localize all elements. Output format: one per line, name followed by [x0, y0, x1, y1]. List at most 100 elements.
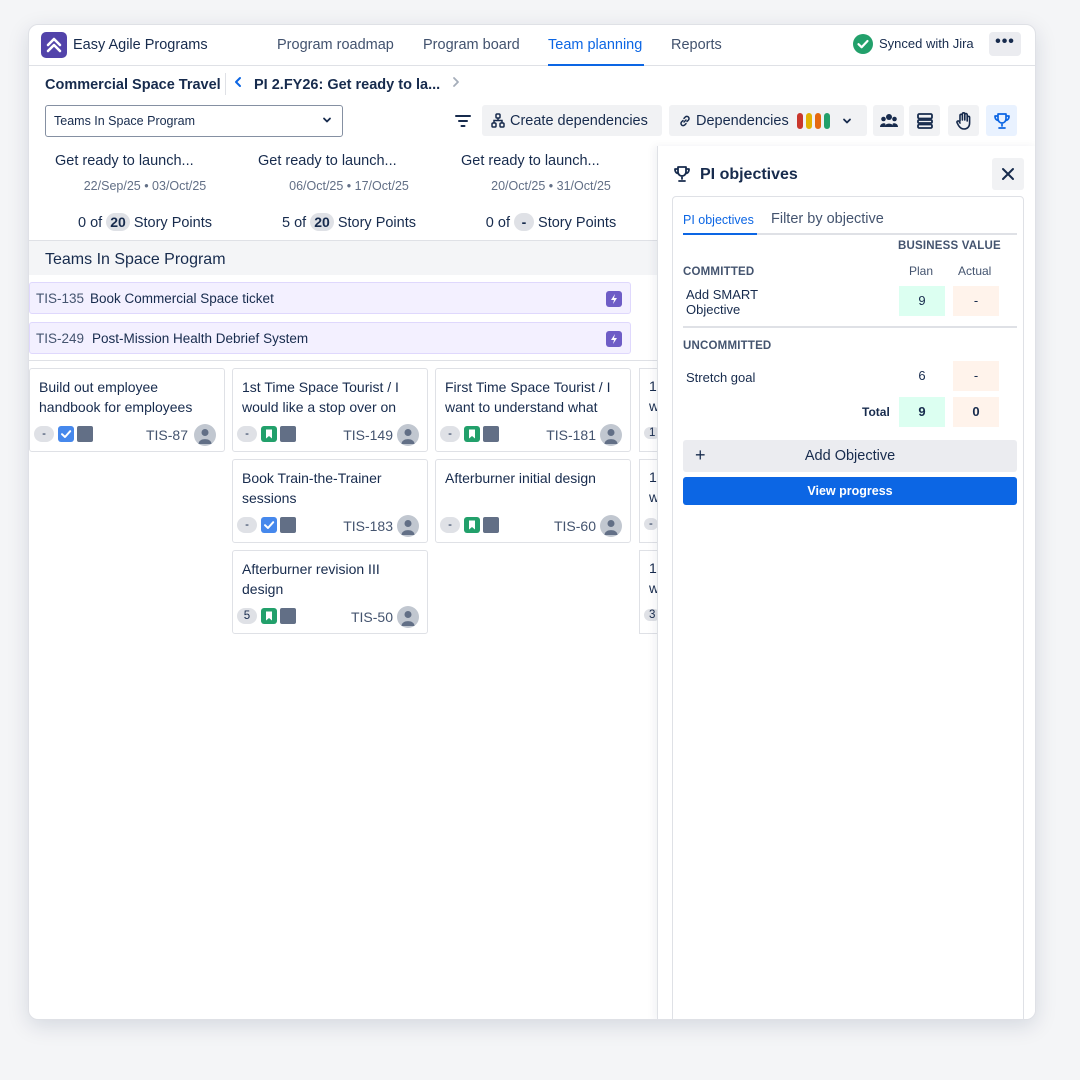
card-title-fragment: 1s — [649, 469, 657, 485]
top-navigation: Easy Agile Programs Program roadmap Prog… — [29, 25, 1035, 66]
card-title: Build out employee handbook for employee… — [39, 379, 193, 415]
check-circle-icon — [853, 34, 873, 54]
avatar-icon[interactable] — [397, 424, 419, 446]
estimate-badge: - — [237, 426, 257, 442]
issue-key[interactable]: TIS-60 — [554, 518, 596, 534]
board-divider — [29, 360, 657, 361]
priority-icon — [483, 517, 499, 533]
sync-status: Synced with Jira — [879, 36, 974, 51]
nav-reports[interactable]: Reports — [671, 37, 722, 53]
points-total: 20 — [310, 213, 334, 231]
card-title-fragment: w — [649, 398, 657, 414]
issue-key[interactable]: TIS-50 — [351, 609, 393, 625]
raise-hand-button[interactable] — [948, 105, 979, 136]
create-dependencies-button[interactable]: Create dependencies — [482, 105, 662, 136]
issue-card[interactable]: 1st Time Space Tourist / I would like a … — [232, 368, 428, 452]
issue-card-partial[interactable]: 1s w 3 — [639, 550, 657, 634]
uncommitted-section-label: UNCOMMITTED — [683, 340, 772, 352]
feature-row[interactable]: TIS-135 Book Commercial Space ticket — [29, 282, 631, 314]
issue-card-partial[interactable]: 1s w 1 — [639, 368, 657, 452]
estimate-badge: - — [34, 426, 54, 442]
pi-objectives-button[interactable] — [986, 105, 1017, 136]
objective-plan-value[interactable]: 9 — [899, 286, 945, 316]
avatar-icon[interactable] — [397, 515, 419, 537]
feature-key[interactable]: TIS-249 — [36, 331, 84, 346]
issue-key[interactable]: TIS-181 — [546, 427, 596, 443]
total-label: Total — [862, 405, 890, 419]
teams-view-button[interactable] — [873, 105, 904, 136]
issue-key[interactable]: TIS-183 — [343, 518, 393, 534]
issue-card[interactable]: Book Train-the-Trainer sessions - TIS-18… — [232, 459, 428, 543]
objective-actual-value[interactable]: - — [953, 286, 999, 316]
objective-name[interactable]: Stretch goal — [686, 370, 755, 385]
points-used: 0 of — [78, 215, 103, 231]
filter-icon — [455, 115, 471, 127]
more-menu-button[interactable]: ••• — [989, 32, 1021, 56]
avatar-icon[interactable] — [194, 424, 216, 446]
priority-icon — [483, 426, 499, 442]
issue-card[interactable]: Build out employee handbook for employee… — [29, 368, 225, 452]
dependencies-dropdown[interactable]: Dependencies — [669, 105, 867, 136]
view-progress-button[interactable]: View progress — [683, 477, 1017, 505]
increment-title[interactable]: PI 2.FY26: Get ready to la... — [254, 77, 440, 93]
objective-actual-value[interactable]: - — [953, 361, 999, 391]
issue-card[interactable]: Afterburner revision III design 5 TIS-50 — [232, 550, 428, 634]
nav-program-board[interactable]: Program board — [423, 37, 520, 53]
filter-button[interactable] — [447, 105, 478, 136]
feature-key[interactable]: TIS-135 — [36, 291, 84, 306]
add-objective-button[interactable]: + Add Objective — [683, 440, 1017, 472]
feature-title: Post-Mission Health Debrief System — [92, 331, 309, 346]
issue-card[interactable]: First Time Space Tourist / I want to und… — [435, 368, 631, 452]
issue-key[interactable]: TIS-87 — [146, 427, 188, 443]
trophy-icon — [674, 166, 690, 182]
section-divider — [683, 326, 1017, 328]
swimlanes-button[interactable] — [909, 105, 940, 136]
points-used: 5 of — [282, 215, 307, 231]
priority-icon — [280, 426, 296, 442]
avatar-icon[interactable] — [600, 424, 622, 446]
card-title: Afterburner revision III design — [242, 561, 380, 597]
card-title-fragment: w — [649, 489, 657, 505]
issue-card-partial[interactable]: 1s w - — [639, 459, 657, 543]
total-plan-value: 9 — [899, 397, 945, 427]
points-total: 20 — [106, 213, 130, 231]
hand-icon — [956, 112, 971, 130]
priority-icon — [280, 517, 296, 533]
app-logo-icon[interactable] — [41, 32, 67, 58]
points-suffix: Story Points — [133, 215, 212, 231]
chevron-down-icon — [321, 114, 333, 129]
dependency-color-yellow — [806, 113, 812, 129]
sprint-points: 5 of 20 Story Points — [249, 213, 449, 231]
estimate-badge: - — [440, 426, 460, 442]
dependency-color-red — [797, 113, 803, 129]
breadcrumb-divider — [225, 73, 226, 95]
task-checkbox-icon — [261, 517, 277, 533]
sprint-dates: 20/Oct/25 • 31/Oct/25 — [491, 179, 611, 193]
sprint-name: Get ready to launch... — [461, 153, 600, 169]
next-increment-button[interactable] — [451, 75, 461, 92]
program-title[interactable]: Commercial Space Travel — [45, 77, 221, 93]
close-panel-button[interactable] — [992, 158, 1024, 190]
panel-title: PI objectives — [700, 166, 798, 183]
app-name: Easy Agile Programs — [73, 37, 208, 53]
issue-card[interactable]: Afterburner initial design - TIS-60 — [435, 459, 631, 543]
card-title-fragment: 1s — [649, 560, 657, 576]
avatar-icon[interactable] — [397, 606, 419, 628]
active-nav-indicator — [548, 64, 644, 66]
estimate-badge: 5 — [237, 608, 257, 624]
objective-name[interactable]: Add SMART Objective — [686, 287, 786, 317]
issue-key[interactable]: TIS-149 — [343, 427, 393, 443]
dependency-color-orange — [815, 113, 821, 129]
team-select[interactable]: Teams In Space Program — [45, 105, 343, 137]
avatar-icon[interactable] — [600, 515, 622, 537]
nav-program-roadmap[interactable]: Program roadmap — [277, 37, 394, 53]
tab-pi-objectives[interactable]: PI objectives — [683, 213, 754, 227]
tab-filter-by-objective[interactable]: Filter by objective — [771, 211, 884, 227]
feature-row[interactable]: TIS-249 Post-Mission Health Debrief Syst… — [29, 322, 631, 354]
objective-plan-value[interactable]: 6 — [899, 361, 945, 391]
nav-team-planning[interactable]: Team planning — [548, 37, 642, 53]
previous-increment-button[interactable] — [233, 75, 243, 92]
team-name: Teams In Space Program — [45, 251, 226, 268]
lightning-icon — [606, 331, 622, 347]
sprint-dates: 06/Oct/25 • 17/Oct/25 — [289, 179, 409, 193]
